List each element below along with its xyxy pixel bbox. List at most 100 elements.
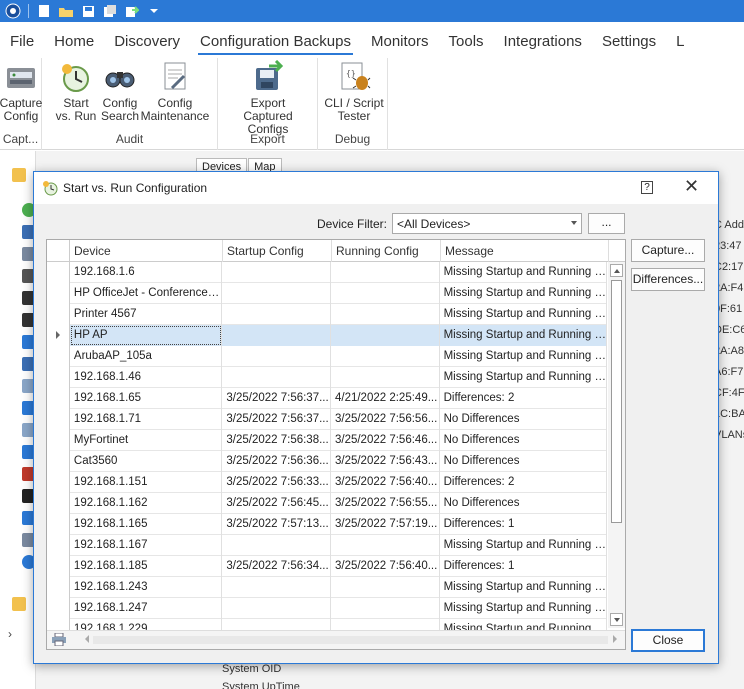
row-indicator[interactable]: [47, 514, 70, 535]
cell-message[interactable]: No Differences: [440, 409, 607, 430]
row-indicator[interactable]: [47, 304, 70, 325]
folder-icon[interactable]: [12, 168, 26, 182]
cell-running-config[interactable]: [330, 325, 440, 346]
table-row[interactable]: 192.168.1.65 3/25/2022 7:56:37... 4/21/202…: [47, 388, 607, 409]
cell-startup-config[interactable]: 3/25/2022 7:56:37...: [222, 388, 331, 409]
row-indicator[interactable]: [47, 430, 70, 451]
column-header-running[interactable]: Running Config: [332, 240, 441, 262]
cell-device[interactable]: 192.168.1.71: [70, 409, 223, 430]
cell-device[interactable]: HP AP: [69, 325, 223, 346]
customize-dropdown-icon[interactable]: [145, 2, 163, 20]
cell-device[interactable]: 192.168.1.6: [70, 262, 223, 283]
new-icon[interactable]: [35, 2, 53, 20]
cell-startup-config[interactable]: [222, 367, 331, 388]
tab-home[interactable]: Home: [44, 22, 104, 60]
cell-startup-config[interactable]: 3/25/2022 7:56:34...: [222, 556, 331, 577]
table-row[interactable]: 192.168.1.71 3/25/2022 7:56:37... 3/25/202…: [47, 409, 607, 430]
cell-startup-config[interactable]: [222, 577, 331, 598]
cell-message[interactable]: No Differences: [440, 451, 607, 472]
column-header-device[interactable]: Device: [70, 240, 223, 262]
cell-running-config[interactable]: 3/25/2022 7:57:19...: [331, 514, 440, 535]
cell-startup-config[interactable]: [222, 262, 331, 283]
row-indicator[interactable]: [47, 451, 70, 472]
tab-file[interactable]: File: [0, 22, 44, 60]
row-indicator[interactable]: [47, 493, 70, 514]
cell-startup-config[interactable]: [222, 325, 331, 346]
tree-icon[interactable]: [12, 597, 26, 611]
capture-button[interactable]: Capture...: [631, 239, 705, 262]
cell-startup-config[interactable]: [222, 598, 331, 619]
cell-running-config[interactable]: [331, 346, 440, 367]
table-row[interactable]: 192.168.1.165 3/25/2022 7:57:13... 3/25/20…: [47, 514, 607, 535]
cell-message[interactable]: No Differences: [440, 493, 607, 514]
column-header-startup[interactable]: Startup Config: [223, 240, 332, 262]
cell-message[interactable]: Missing Startup and Running co...: [440, 535, 607, 556]
tab-tools[interactable]: Tools: [439, 22, 494, 60]
tab-integrations[interactable]: Integrations: [494, 22, 592, 60]
scroll-down-icon[interactable]: [610, 613, 623, 626]
cell-message[interactable]: No Differences: [440, 430, 607, 451]
save-all-icon[interactable]: [101, 2, 119, 20]
cell-device[interactable]: 192.168.1.247: [70, 598, 223, 619]
cell-device[interactable]: 192.168.1.46: [70, 367, 223, 388]
cell-running-config[interactable]: [331, 304, 440, 325]
cell-running-config[interactable]: [331, 577, 440, 598]
cell-startup-config[interactable]: 3/25/2022 7:56:45...: [222, 493, 331, 514]
row-indicator[interactable]: [47, 388, 70, 409]
cell-message[interactable]: Differences: 2: [440, 388, 607, 409]
cell-device[interactable]: 192.168.1.243: [70, 577, 223, 598]
cell-running-config[interactable]: 3/25/2022 7:56:43...: [331, 451, 440, 472]
cell-message[interactable]: Missing Startup and Running co...: [439, 325, 607, 346]
cell-device[interactable]: 192.168.1.167: [70, 535, 223, 556]
start-vs-run-button[interactable]: Start vs. Run: [54, 60, 98, 123]
scroll-right-icon[interactable]: [613, 635, 617, 643]
cell-device[interactable]: 192.168.1.165: [70, 514, 223, 535]
table-row[interactable]: 192.168.1.151 3/25/2022 7:56:33... 3/25/20…: [47, 472, 607, 493]
cell-startup-config[interactable]: [222, 283, 331, 304]
close-icon[interactable]: ✕: [684, 176, 699, 197]
cell-running-config[interactable]: 3/25/2022 7:56:40...: [331, 556, 440, 577]
cell-message[interactable]: Missing Startup and Running co...: [440, 304, 607, 325]
table-row[interactable]: 192.168.1.185 3/25/2022 7:56:34... 3/25/20…: [47, 556, 607, 577]
row-indicator[interactable]: [47, 598, 70, 619]
cell-message[interactable]: Differences: 1: [440, 514, 607, 535]
tab-settings[interactable]: Settings: [592, 22, 666, 60]
cell-startup-config[interactable]: 3/25/2022 7:56:38...: [222, 430, 331, 451]
cell-startup-config[interactable]: 3/25/2022 7:56:36...: [222, 451, 331, 472]
cell-device[interactable]: 192.168.1.185: [70, 556, 223, 577]
row-indicator[interactable]: [47, 346, 70, 367]
app-logo-icon[interactable]: [4, 2, 22, 20]
vertical-scrollbar[interactable]: [608, 262, 625, 628]
dialog-titlebar[interactable]: Start vs. Run Configuration ? ✕: [34, 172, 718, 204]
cell-message[interactable]: Differences: 1: [440, 556, 607, 577]
tab-discovery[interactable]: Discovery: [104, 22, 190, 60]
cell-device[interactable]: Printer 4567: [70, 304, 223, 325]
row-indicator[interactable]: [47, 472, 70, 493]
cell-device[interactable]: 192.168.1.65: [70, 388, 223, 409]
row-indicator[interactable]: [47, 283, 70, 304]
cell-startup-config[interactable]: 3/25/2022 7:56:33...: [222, 472, 331, 493]
export-captured-configs-button[interactable]: Export Captured Configs: [223, 60, 313, 136]
cell-running-config[interactable]: 3/25/2022 7:56:56...: [331, 409, 440, 430]
cell-startup-config[interactable]: 3/25/2022 7:56:37...: [222, 409, 331, 430]
cell-running-config[interactable]: [331, 535, 440, 556]
scroll-up-icon[interactable]: [610, 264, 623, 277]
save-icon[interactable]: [79, 2, 97, 20]
row-indicator[interactable]: [47, 325, 70, 346]
table-row[interactable]: HP OfficeJet - Conference R... Missing St…: [47, 283, 607, 304]
tab-configuration-backups[interactable]: Configuration Backups: [190, 22, 361, 60]
config-search-button[interactable]: Config Search: [98, 60, 142, 123]
differences-button[interactable]: Differences...: [631, 268, 705, 291]
cell-running-config[interactable]: [331, 262, 440, 283]
table-row[interactable]: 192.168.1.162 3/25/2022 7:56:45... 3/25/20…: [47, 493, 607, 514]
help-button[interactable]: ?: [641, 181, 653, 194]
cell-running-config[interactable]: 3/25/2022 7:56:40...: [331, 472, 440, 493]
cell-device[interactable]: ArubaAP_105a: [70, 346, 223, 367]
table-row[interactable]: 192.168.1.46 Missing Startup and Running …: [47, 367, 607, 388]
row-indicator[interactable]: [47, 409, 70, 430]
cell-startup-config[interactable]: 3/25/2022 7:57:13...: [222, 514, 331, 535]
table-row[interactable]: 192.168.1.243 Missing Startup and Running…: [47, 577, 607, 598]
cell-running-config[interactable]: 4/21/2022 2:25:49...: [331, 388, 440, 409]
cell-message[interactable]: Missing Startup and Running co...: [440, 262, 607, 283]
cell-startup-config[interactable]: [222, 304, 331, 325]
